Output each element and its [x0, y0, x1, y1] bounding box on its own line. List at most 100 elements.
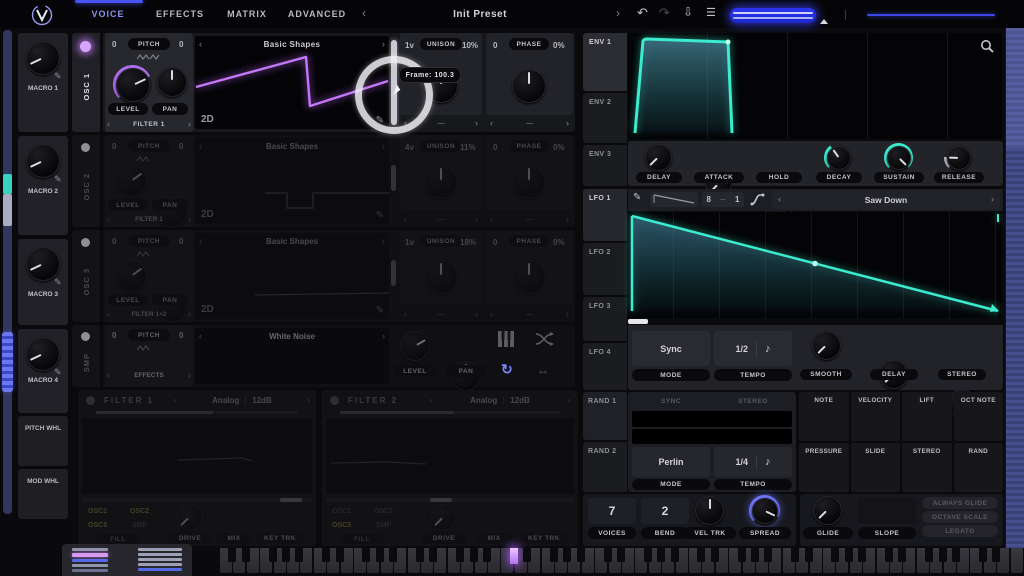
export-icon[interactable]: ⇩ [683, 5, 693, 19]
model-prev-icon[interactable]: ‹ [430, 396, 433, 405]
piano-key-sharp[interactable] [939, 548, 947, 562]
osc-3-power[interactable] [81, 238, 90, 247]
dest-next-icon[interactable]: › [566, 310, 569, 319]
route-next-icon[interactable]: › [188, 310, 191, 319]
osc-3-tab[interactable]: OSC 3 [72, 230, 100, 322]
redo-icon[interactable]: ↷ [659, 5, 670, 21]
lfo-shape-selector[interactable]: ‹ Saw Down › [772, 190, 1000, 209]
piano-key-sharp[interactable] [831, 548, 839, 562]
filter-1-power[interactable] [86, 396, 95, 405]
oscilloscope-display[interactable] [730, 8, 816, 23]
piano-key-sharp[interactable] [322, 548, 330, 562]
dest-prev-icon[interactable]: ‹ [490, 119, 493, 128]
loop-icon[interactable]: ↻ [501, 361, 513, 378]
tab-voice[interactable]: VOICE [82, 0, 134, 28]
tempo-note-icon[interactable]: ♪ [765, 343, 771, 355]
voices-value-box[interactable]: 7 [588, 498, 636, 524]
osc-2-unison-dest[interactable]: ‹—› [400, 213, 482, 225]
sample-next-icon[interactable]: › [382, 332, 385, 341]
osc-1-filter-route[interactable]: ‹ FILTER 1 › [107, 118, 191, 130]
mod-wheel-meter[interactable] [138, 548, 182, 574]
osc-3-phase-dest[interactable]: ‹—› [486, 308, 573, 320]
lfo-4-tab[interactable]: LFO 4 [583, 343, 627, 390]
rail-handle[interactable] [3, 194, 12, 226]
filter-2-power[interactable] [330, 396, 339, 405]
piano-key-sharp[interactable] [952, 548, 960, 562]
piano-key-sharp[interactable] [805, 548, 813, 562]
pitch-wheel-meter[interactable] [72, 548, 108, 574]
osc-3-unison-knob[interactable] [424, 260, 458, 294]
piano-key-sharp[interactable] [550, 548, 558, 562]
glide-knob[interactable] [813, 496, 842, 525]
env-delay-knob[interactable] [645, 144, 672, 171]
preset-name[interactable]: Init Preset [420, 0, 540, 28]
piano-key-sharp[interactable] [644, 548, 652, 562]
osc-2-power[interactable] [81, 143, 90, 152]
lfo-smooth-icon[interactable] [750, 193, 766, 206]
filter-1-model-selector[interactable]: ‹ Analog 12dB › [174, 394, 310, 407]
env-sustain-knob[interactable] [884, 143, 913, 172]
macro-4-knob[interactable] [26, 337, 60, 371]
piano-key-sharp[interactable] [483, 548, 491, 562]
osc-2-transpose[interactable]: 0 [112, 142, 116, 151]
sample-route[interactable]: ‹ EFFECTS › [107, 369, 191, 381]
filter-1-response-display[interactable] [82, 418, 312, 494]
piano-key-sharp[interactable] [738, 548, 746, 562]
lfo-preview[interactable] [650, 192, 698, 207]
always-glide-toggle[interactable]: ALWAYS GLIDE [922, 497, 998, 509]
piano-key-sharp[interactable] [751, 548, 759, 562]
piano-key-sharp[interactable] [416, 548, 424, 562]
lfo-phase-track[interactable] [628, 319, 1002, 324]
osc-1-phase-dest[interactable]: ‹ — › [486, 117, 573, 130]
filter-2-response-display[interactable] [326, 418, 574, 494]
piano-key-sharp[interactable] [617, 548, 625, 562]
route-next-icon[interactable]: › [188, 215, 191, 224]
macro-2-knob[interactable] [26, 144, 60, 178]
phase-random[interactable]: 0% [553, 41, 565, 50]
piano-key-sharp[interactable] [389, 548, 397, 562]
tempo-note-icon[interactable]: ♪ [765, 456, 771, 468]
piano-key-sharp[interactable] [429, 548, 437, 562]
osc-1-pan-knob[interactable] [157, 67, 187, 97]
rand-display-1[interactable] [632, 411, 792, 427]
osc-3-level-knob[interactable] [115, 260, 147, 292]
random-phase-icon[interactable] [535, 331, 555, 347]
filter-1-cutoff-slider[interactable] [82, 498, 312, 502]
filter-model[interactable]: Analog [470, 396, 497, 405]
lfo-edit-pencil-icon[interactable]: ✎ [633, 192, 641, 203]
piano-key-sharp[interactable] [925, 548, 933, 562]
route-prev-icon[interactable]: ‹ [107, 310, 110, 319]
preset-prev-button[interactable]: ‹ [362, 7, 366, 19]
pitch-bend-range-icon[interactable] [137, 250, 161, 258]
piano-key[interactable] [1011, 548, 1023, 573]
bounce-icon[interactable]: ↔ [537, 363, 549, 377]
piano-key-sharp[interactable] [282, 548, 290, 562]
phase-value[interactable]: 0 [493, 143, 497, 152]
filter-2-model-selector[interactable]: ‹ Analog 12dB › [430, 394, 570, 407]
lfo-phase-handle[interactable] [628, 319, 648, 324]
wave-edit-pencil-icon[interactable]: ✎ [376, 305, 384, 316]
filter-1-drive-knob[interactable] [176, 504, 203, 531]
dest-prev-icon[interactable]: ‹ [404, 215, 407, 224]
vital-logo[interactable] [30, 4, 54, 26]
tab-matrix[interactable]: MATRIX [218, 0, 276, 28]
osc-2-phase-dest[interactable]: ‹—› [486, 213, 573, 225]
rand-display-2[interactable] [632, 429, 792, 444]
rand-2-tab[interactable]: RAND 2 [583, 442, 627, 492]
unison-voices[interactable]: 4v [405, 143, 414, 152]
edit-pencil-icon[interactable]: ✎ [54, 174, 62, 185]
piano-key-sharp[interactable] [764, 548, 772, 562]
piano-keyboard[interactable] [220, 548, 1024, 573]
piano-key-sharp[interactable] [858, 548, 866, 562]
model-next-icon[interactable]: › [307, 396, 310, 405]
piano-key-sharp[interactable] [295, 548, 303, 562]
env-3-tab[interactable]: ENV 3 [583, 145, 627, 186]
slope-box[interactable] [858, 498, 916, 524]
legato-toggle[interactable]: LEGATO [922, 525, 998, 537]
filter-2-input-smp[interactable]: SMP [376, 522, 391, 529]
frame-scrollbar[interactable] [391, 260, 396, 286]
osc-3-tune[interactable]: 0 [179, 237, 183, 246]
tab-advanced[interactable]: ADVANCED [284, 0, 350, 28]
route-prev-icon[interactable]: ‹ [107, 371, 110, 380]
rand-tempo-selector[interactable]: 1/4 ♪ [714, 447, 792, 477]
